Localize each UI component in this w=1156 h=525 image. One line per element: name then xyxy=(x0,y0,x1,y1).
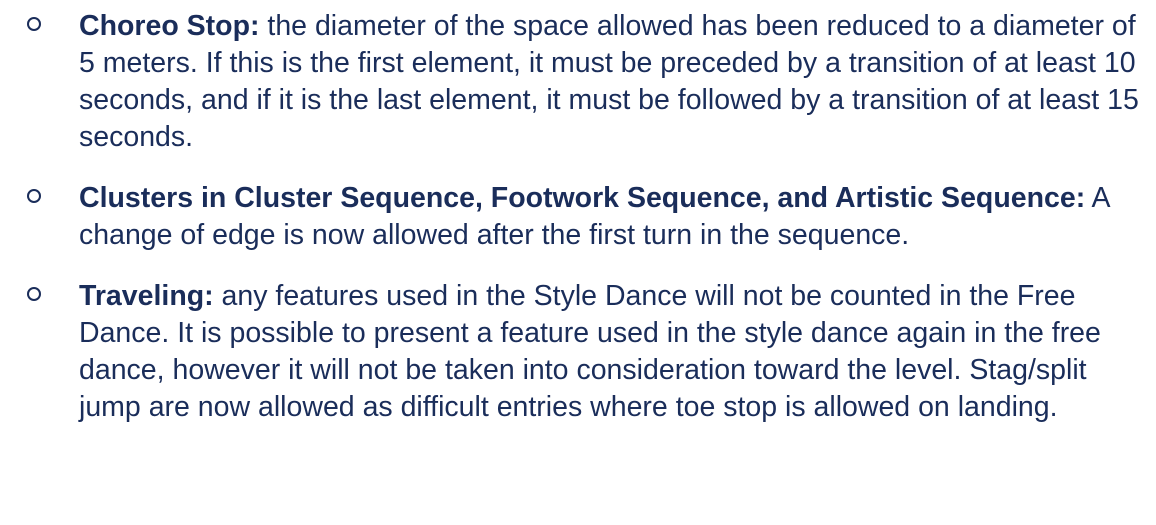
item-term: Traveling: xyxy=(79,280,214,312)
item-term: Choreo Stop: xyxy=(79,10,260,42)
hollow-circle-bullet-icon xyxy=(27,17,41,31)
list-item-choreo-stop: Choreo Stop: the diameter of the space a… xyxy=(0,8,1156,156)
list-item-traveling: Traveling: any features used in the Styl… xyxy=(0,278,1156,426)
list-item-clusters: Clusters in Cluster Sequence, Footwork S… xyxy=(0,180,1156,254)
item-term: Clusters in Cluster Sequence, Footwork S… xyxy=(79,182,1086,214)
hollow-circle-bullet-icon xyxy=(27,189,41,203)
item-text: any features used in the Style Dance wil… xyxy=(79,280,1101,423)
rules-list: Choreo Stop: the diameter of the space a… xyxy=(0,8,1156,450)
hollow-circle-bullet-icon xyxy=(27,287,41,301)
